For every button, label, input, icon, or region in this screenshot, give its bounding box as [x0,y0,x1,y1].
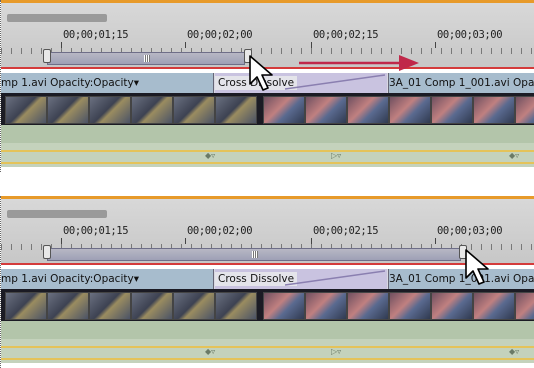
opacity-keyframe-line [284,74,386,90]
work-area-bar[interactable] [7,14,107,22]
clip-left[interactable]: mp 1.avi Opacity:Opacity▾ [1,269,214,289]
timecode-label: 00;00;02;15 [313,29,379,41]
timeline-panel-after: 00;00;01;15 00;00;02;00 00;00;02;15 00;0… [0,196,534,368]
video-thumbnail [173,96,215,124]
timeline-panel-before: 00;00;01;15 00;00;02;00 00;00;02;15 00;0… [0,0,534,172]
video-thumbnail [173,292,215,320]
opacity-dropdown-icon[interactable]: ▾ [134,273,139,285]
viewing-area-grip[interactable] [144,55,150,62]
video-thumbnail [5,96,47,124]
viewing-area-bar[interactable] [47,248,461,261]
clip-right[interactable]: 3A_01 Comp 1_001.avi Opa [388,269,534,289]
video-thumbnail [515,292,534,320]
keyframe-icon: ▷▿ [331,151,342,160]
transition-cross-dissolve[interactable]: Cross Dissolve [215,269,387,289]
video-thumbnail [347,292,389,320]
timecode-label: 00;00;01;15 [63,225,129,237]
keyframe-icon: ◆▿ [509,151,520,160]
keyframe-icon: ◆▿ [205,347,216,356]
video-thumbnail [347,96,389,124]
clip-left-label: mp 1.avi Opacity:Opacity [1,273,134,285]
timecode-label: 00;00;02;00 [187,29,253,41]
clip-right-label: 3A_01 Comp 1_001.avi Opa [389,77,534,89]
viewing-area-bar[interactable] [47,52,245,65]
timecode-label: 00;00;02;15 [313,225,379,237]
transition-cross-dissolve[interactable]: Cross Dissolve [215,73,387,93]
video-thumbnail [263,292,305,320]
current-time-line [1,263,534,265]
audio-volume-line [1,150,534,152]
video-thumbnail [47,96,89,124]
opacity-dropdown-icon[interactable]: ▾ [134,77,139,89]
clip-right[interactable]: 3A_01 Comp 1_001.avi Opa [388,73,534,93]
clip-right-label: 3A_01 Comp 1_001.avi Opa [389,273,534,285]
video-thumbnail-strip [1,93,534,125]
video-thumbnail [215,96,257,124]
video-thumbnail [515,96,534,124]
audio-volume-line [1,346,534,348]
video-thumbnail [305,96,347,124]
video-thumbnail [431,292,473,320]
video-thumbnail [5,292,47,320]
video-thumbnail [389,96,431,124]
work-area-bar[interactable] [7,210,107,218]
audio-volume-line [1,358,534,360]
video-thumbnail [89,292,131,320]
arrow-cursor-icon [465,249,489,285]
keyframe-icon: ▷▿ [331,347,342,356]
video-thumbnail [131,292,173,320]
timecode-label: 00;00;02;00 [187,225,253,237]
video-thumbnail [305,292,347,320]
video-thumbnail [431,96,473,124]
video-thumbnail [473,96,515,124]
drag-right-arrow-icon [299,55,419,71]
viewing-area-left-handle[interactable] [43,49,51,63]
keyframe-icon: ◆▿ [205,151,216,160]
keyframe-icon: ◆▿ [509,347,520,356]
audio-track-upper[interactable] [1,321,534,339]
video-thumbnail [473,292,515,320]
video-thumbnail [131,96,173,124]
timecode-label: 00;00;01;15 [63,29,129,41]
video-thumbnail [89,96,131,124]
clip-left[interactable]: mp 1.avi Opacity:Opacity▾ [1,73,214,93]
viewing-area-left-handle[interactable] [43,245,51,259]
opacity-keyframe-line [284,270,386,286]
time-ruler[interactable]: 00;00;01;15 00;00;02;00 00;00;02;15 00;0… [1,199,534,263]
clip-left-label: mp 1.avi Opacity:Opacity [1,77,134,89]
clip-label-row: mp 1.avi Opacity:Opacity▾ Cross Dissolve… [1,269,534,289]
timecode-label: 00;00;03;00 [437,29,503,41]
audio-volume-line [1,162,534,164]
video-thumbnail-strip [1,289,534,321]
video-thumbnail [47,292,89,320]
audio-track-upper[interactable] [1,125,534,143]
video-thumbnail [389,292,431,320]
video-thumbnail [215,292,257,320]
timecode-label: 00;00;03;00 [437,225,503,237]
viewing-area-grip[interactable] [252,251,258,258]
video-thumbnail [263,96,305,124]
arrow-cursor-icon [249,55,273,91]
